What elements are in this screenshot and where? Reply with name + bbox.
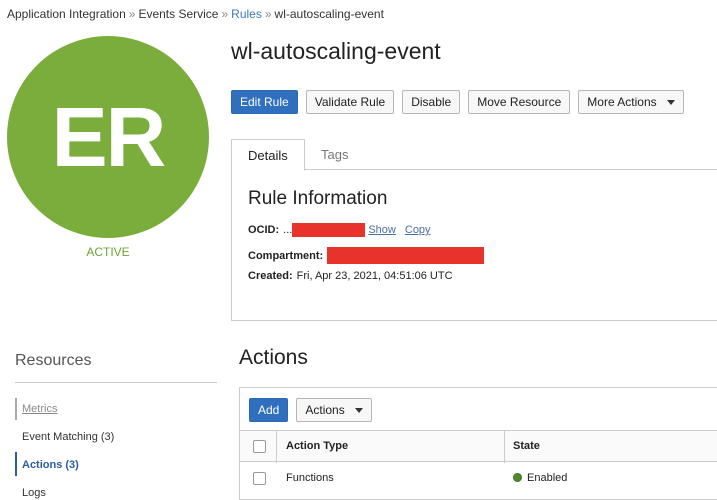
compartment-row: Compartment: — [248, 247, 485, 264]
page-title: wl-autoscaling-event — [231, 38, 441, 64]
ocid-prefix: ... — [283, 224, 293, 236]
rule-information-panel: Rule Information OCID: ... Show Copy Com… — [231, 170, 717, 321]
add-action-button[interactable]: Add — [249, 398, 289, 422]
actions-section-title: Actions — [239, 346, 308, 369]
chevron-down-icon — [666, 99, 675, 105]
tab-details[interactable]: Details — [231, 139, 305, 171]
ocid-label: OCID: — [248, 224, 280, 236]
breadcrumb: Application Integration» Events Service» R… — [7, 7, 384, 21]
column-divider — [276, 431, 277, 463]
resource-indicator — [15, 398, 17, 420]
state-text: Enabled — [527, 472, 568, 484]
state-cell: Enabled — [513, 472, 567, 484]
breadcrumb-application-integration[interactable]: Application Integration — [7, 7, 126, 21]
resources-divider — [15, 382, 217, 383]
table-row: Functions Enabled — [240, 462, 717, 494]
resource-logs[interactable]: Logs — [22, 487, 46, 499]
breadcrumb-current: wl-autoscaling-event — [274, 7, 384, 21]
breadcrumb-separator: » — [264, 7, 272, 21]
column-divider — [504, 431, 505, 463]
action-type-cell: Functions — [286, 472, 334, 484]
table-header: Action Type State — [240, 430, 717, 463]
resource-active-indicator — [15, 452, 17, 476]
ocid-row: OCID: ... Show Copy — [248, 223, 437, 237]
ocid-show-link[interactable]: Show — [368, 224, 396, 236]
avatar-initials: ER — [51, 89, 167, 184]
chevron-down-icon — [354, 407, 363, 413]
column-header-action-type[interactable]: Action Type — [286, 440, 348, 452]
created-label: Created: — [248, 270, 293, 282]
detail-tabs: Details Tags — [231, 139, 717, 171]
breadcrumb-separator: » — [128, 7, 136, 21]
column-header-state[interactable]: State — [513, 440, 540, 452]
created-value: Fri, Apr 23, 2021, 04:51:06 UTC — [296, 270, 453, 282]
actions-toolbar: Add Actions — [249, 398, 372, 422]
resource-actions[interactable]: Actions (3) — [22, 459, 79, 471]
row-checkbox[interactable] — [253, 472, 266, 485]
compartment-redaction — [327, 247, 485, 264]
compartment-label: Compartment: — [248, 249, 324, 262]
resource-event-matching[interactable]: Event Matching (3) — [22, 431, 114, 443]
breadcrumb-rules[interactable]: Rules — [231, 7, 262, 21]
created-row: Created: Fri, Apr 23, 2021, 04:51:06 UTC — [248, 270, 453, 282]
resource-avatar: ER — [7, 36, 209, 238]
disable-button[interactable]: Disable — [402, 90, 461, 114]
actions-menu-button[interactable]: Actions — [296, 398, 372, 422]
validate-rule-button[interactable]: Validate Rule — [305, 90, 395, 114]
more-actions-button[interactable]: More Actions — [578, 90, 684, 114]
edit-rule-button[interactable]: Edit Rule — [231, 90, 298, 114]
select-all-checkbox[interactable] — [253, 440, 266, 453]
action-button-row: Edit Rule Validate Rule Disable Move Res… — [231, 90, 684, 114]
more-actions-label: More Actions — [587, 95, 657, 109]
resources-title: Resources — [15, 352, 92, 369]
breadcrumb-separator: » — [221, 7, 229, 21]
breadcrumb-events-service[interactable]: Events Service — [138, 7, 218, 21]
ocid-redaction — [292, 223, 366, 237]
status-dot-icon — [513, 473, 522, 482]
resource-metrics[interactable]: Metrics — [22, 403, 57, 415]
ocid-copy-link[interactable]: Copy — [405, 224, 431, 236]
actions-table: Add Actions Action Type State Functions … — [239, 387, 717, 500]
actions-menu-label: Actions — [305, 403, 345, 417]
tab-tags[interactable]: Tags — [305, 139, 364, 170]
status-label: ACTIVE — [86, 245, 130, 259]
move-resource-button[interactable]: Move Resource — [468, 90, 571, 114]
rule-information-heading: Rule Information — [248, 188, 388, 209]
